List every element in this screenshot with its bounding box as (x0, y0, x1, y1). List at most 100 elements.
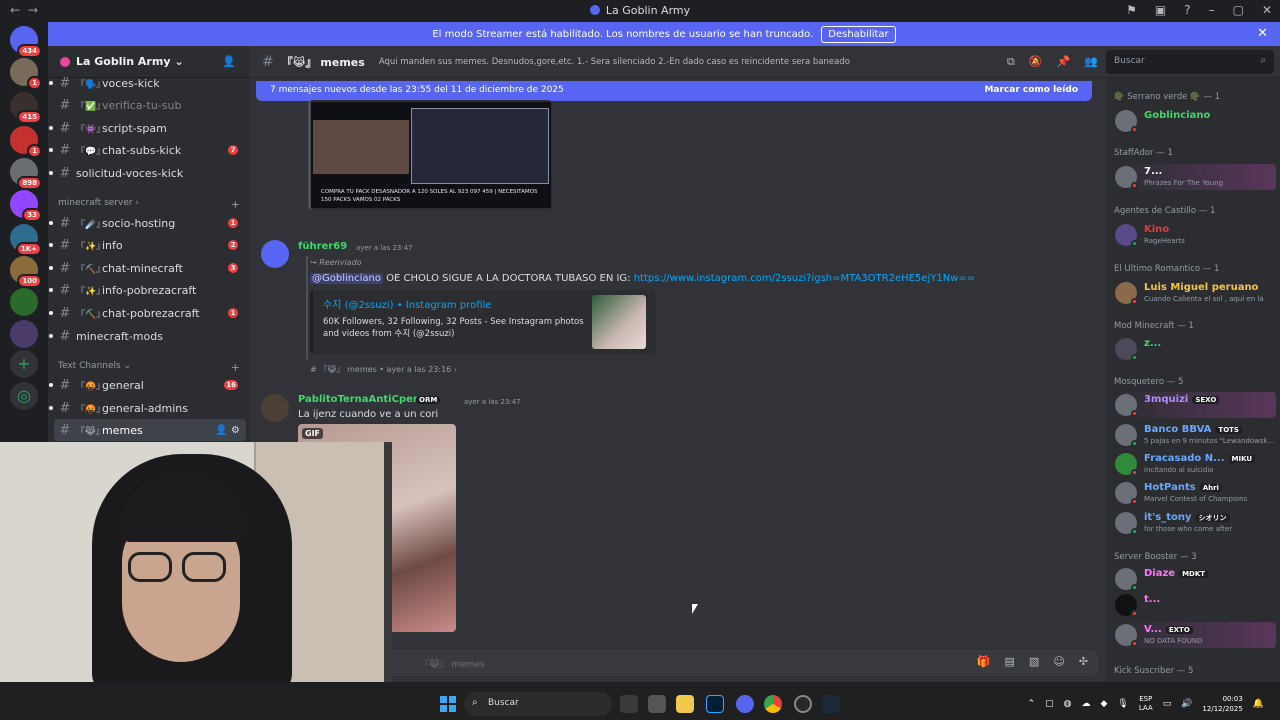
channel-solicitud-voces-kick[interactable]: # solicitud-voces-kick (49, 162, 246, 184)
member-item[interactable]: Luis Miguel peruano Cuando Calienta el so… (1112, 280, 1276, 306)
channel-memes[interactable]: # 『😹』 memes 👤 ⚙ (54, 419, 246, 441)
obs-icon[interactable] (794, 695, 812, 713)
channel-chat-pobrezacraft[interactable]: # 『⛏️』 chat-pobrezacraft 1 (49, 302, 246, 324)
language-indicator[interactable]: ESP LAA (1139, 695, 1153, 713)
message-author[interactable]: PablitoTernaAntiCperos (298, 394, 431, 405)
server-icon[interactable]: 33 (10, 190, 42, 222)
taskbar-search[interactable]: ⌕ Buscar (464, 692, 612, 716)
image-attachment[interactable]: COMPRA TU PACK DESASNADOR A 120 SOLES AL… (308, 100, 552, 210)
member-item[interactable]: t... (1112, 592, 1276, 618)
channel-general[interactable]: # 『🤬』 general 16 (49, 374, 246, 396)
new-messages-bar[interactable]: 7 mensajes nuevos desde las 23:55 del 11… (256, 81, 1092, 101)
channel-voces-kick[interactable]: # 『🗣️』 voces-kick (49, 72, 246, 94)
message-author[interactable]: führer69 (298, 241, 347, 252)
avatar[interactable] (261, 394, 289, 422)
add-channel-icon[interactable]: + (231, 361, 240, 374)
forward-source[interactable]: # 『😹』 memes • ayer a las 23:16 › (310, 364, 457, 375)
app-icon[interactable] (648, 695, 666, 713)
pin-icon[interactable]: 📌 (1057, 55, 1071, 69)
discord-icon[interactable] (736, 695, 754, 713)
channel-script-spam[interactable]: # 『👾』 script-spam (49, 117, 246, 139)
chrome-icon[interactable] (764, 695, 782, 713)
mute-icon[interactable]: 🔕 (1029, 55, 1043, 69)
help-icon[interactable]: ? (1184, 3, 1190, 17)
screen-icon[interactable]: ▣ (1155, 3, 1166, 17)
channel-chat-minecraft[interactable]: # 『⛏️』 chat-minecraft 3 (49, 257, 246, 279)
server-icon[interactable]: 100 (10, 256, 42, 288)
emoji-icon[interactable]: ☺ (1053, 655, 1064, 668)
chat-header: # 『😹』 memes Aqui manden sus memes. Desnu… (250, 46, 1106, 78)
close-window-button[interactable]: ✕ (1262, 3, 1272, 17)
role-header: Mosquetero — 5 (1114, 377, 1184, 387)
server-icon[interactable]: 1 (10, 126, 42, 158)
clock[interactable]: 00:03 12/12/2025 (1202, 694, 1242, 714)
gif-icon[interactable]: ▤ (1005, 655, 1015, 668)
threads-icon[interactable]: ⧉ (1007, 55, 1015, 69)
server-icon[interactable]: 1K+ (10, 224, 42, 256)
tray-app-icon[interactable]: ☁ (1081, 699, 1090, 709)
channel-chat-subs-kick[interactable]: # 『💬』 chat-subs-kick 7 (49, 139, 246, 161)
minimize-button[interactable]: – (1209, 3, 1215, 17)
member-item[interactable]: Kino RageHearts (1112, 222, 1276, 248)
apps-icon[interactable]: ✣ (1079, 655, 1088, 668)
microphone-icon[interactable]: 🎙 (1117, 699, 1128, 709)
explore-icon[interactable]: ◎ (10, 382, 38, 410)
channel-topic[interactable]: Aqui manden sus memes. Desnudos,gore,etc… (379, 57, 850, 67)
member-item[interactable]: Diaze MDKT (1112, 566, 1276, 592)
member-item[interactable]: HotPants Ahri Marvel Contest of Champions (1112, 480, 1276, 506)
channel-verifica-tu-sub[interactable]: # 『✅』 verifica-tu-sub (54, 94, 246, 116)
windows-start-icon[interactable] (440, 696, 456, 712)
member-item[interactable]: 3mquizi SEXO (1112, 392, 1276, 418)
channel-info-pobrezacraft[interactable]: # 『✨』 info-pobrezacraft (49, 279, 246, 301)
tray-app-icon[interactable]: ▢ (1045, 699, 1054, 709)
mark-as-read-button[interactable]: Marcar como leído (984, 85, 1078, 95)
disable-streamer-button[interactable]: Deshabilitar (821, 25, 896, 43)
sticker-icon[interactable]: ▧ (1029, 655, 1039, 668)
member-item[interactable]: 7... Phrazes For The Young (1112, 164, 1276, 190)
dm-home-button[interactable]: 434 (10, 26, 42, 58)
channel-info[interactable]: # 『✨』 info 2 (49, 234, 246, 256)
member-item[interactable]: Fracasado N... MIKU incitando al suicidio (1112, 451, 1276, 477)
server-icon[interactable] (10, 320, 38, 348)
member-item[interactable]: Banco BBVA TOTS 5 pajas en 9 minutos "Lewa… (1112, 422, 1276, 448)
gift-icon[interactable]: 🎁 (977, 655, 991, 668)
channel-settings-icon[interactable]: 👤 ⚙ (215, 425, 240, 436)
channel-socio-hosting[interactable]: # 『☄️』 socio-hosting 1 (49, 212, 246, 234)
user-mention[interactable]: @Goblinciano (310, 273, 383, 284)
chevron-up-icon[interactable]: ⌃ (1028, 699, 1036, 709)
inbox-icon[interactable]: ⚑ (1126, 3, 1137, 17)
file-explorer-icon[interactable] (676, 695, 694, 713)
category-text-channels[interactable]: Text Channels ⌄ + (58, 361, 244, 374)
server-icon[interactable] (10, 288, 38, 316)
members-icon[interactable]: 👥 (1084, 55, 1098, 69)
category-minecraft[interactable]: minecraft server › + (58, 198, 244, 211)
tray-app-icon[interactable]: ◆ (1100, 699, 1107, 709)
server-icon[interactable]: 1 (10, 58, 42, 90)
member-item[interactable]: it's_tony シオリン for those who come after (1112, 510, 1276, 536)
avatar[interactable] (261, 240, 289, 268)
task-view-icon[interactable] (620, 695, 638, 713)
channel-general-admins[interactable]: # 『🤬』 general-admins (49, 397, 246, 419)
network-icon[interactable]: ▭ (1163, 699, 1172, 709)
server-icon[interactable]: 898 (10, 158, 42, 190)
avatar (1115, 594, 1138, 617)
member-item[interactable]: V... EXTO NO DATA FOUND (1112, 622, 1276, 648)
embed-thumbnail[interactable] (592, 295, 646, 349)
close-icon[interactable]: ✕ (1257, 26, 1268, 41)
steam-icon[interactable] (822, 695, 840, 713)
invite-icon[interactable]: 👤 (222, 55, 236, 68)
notification-icon[interactable]: 🔔 (1253, 699, 1264, 709)
tray-app-icon[interactable]: ◍ (1064, 699, 1072, 709)
member-item[interactable]: z... (1112, 336, 1276, 362)
photoshop-icon[interactable] (706, 695, 724, 713)
member-item[interactable]: Goblinciano (1112, 108, 1276, 134)
search-input[interactable]: Buscar ⌕ (1106, 50, 1274, 74)
maximize-button[interactable]: ▢ (1233, 3, 1244, 17)
channel-minecraft-mods[interactable]: # minecraft-mods (49, 325, 246, 347)
add-channel-icon[interactable]: + (231, 198, 240, 211)
embed-title[interactable]: 수지 (@2ssuzi) • Instagram profile (323, 296, 491, 311)
add-server-button[interactable]: + (10, 350, 38, 378)
server-icon[interactable]: 415 (10, 92, 42, 124)
volume-icon[interactable]: 🔊 (1181, 699, 1192, 709)
message-link[interactable]: https://www.instagram.com/2ssuzi?igsh=MT… (634, 273, 975, 284)
